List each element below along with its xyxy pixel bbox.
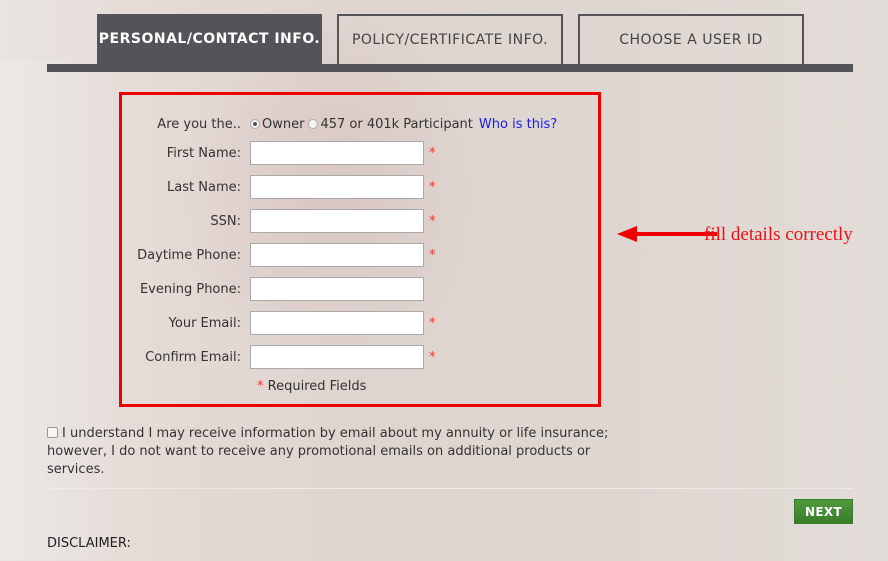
daytime-phone-input[interactable] [250,243,424,267]
last-name-label: Last Name: [167,179,241,195]
next-button[interactable]: NEXT [794,499,853,524]
required-asterisk: * [429,315,436,331]
evening-phone-row: Evening Phone: [122,277,598,301]
ssn-label: SSN: [210,213,241,229]
tab-policy-certificate-info[interactable]: POLICY/CERTIFICATE INFO. [337,14,563,64]
required-asterisk: * [429,213,436,229]
radio-owner-label[interactable]: Owner [262,117,304,132]
first-name-label: First Name: [166,145,241,161]
role-selector: Are you the.. Owner 457 or 401k Particip… [122,112,598,136]
disclaimer-heading: DISCLAIMER: [47,536,131,551]
annotation-text: fill details correctly [704,224,853,245]
ssn-row: SSN: * [122,209,598,233]
last-name-input[interactable] [250,175,424,199]
your-email-input[interactable] [250,311,424,335]
email-consent: I understand I may receive information b… [47,425,647,479]
email-opt-out-checkbox[interactable] [47,427,58,438]
required-asterisk: * [429,179,436,195]
confirm-email-row: Confirm Email: * [122,345,598,369]
confirm-email-input[interactable] [250,345,424,369]
daytime-phone-label: Daytime Phone: [137,247,241,263]
first-name-input[interactable] [250,141,424,165]
evening-phone-label: Evening Phone: [139,281,241,297]
evening-phone-input[interactable] [250,277,424,301]
required-asterisk: * [429,349,436,365]
radio-participant[interactable] [308,119,319,129]
confirm-email-label: Confirm Email: [145,349,241,365]
your-email-row: Your Email: * [122,311,598,335]
daytime-phone-row: Daytime Phone: * [122,243,598,267]
role-question-label: Are you the.. [157,116,241,132]
required-fields-note: * Required Fields [257,379,366,394]
required-asterisk: * [429,145,436,161]
your-email-label: Your Email: [168,315,241,331]
required-asterisk: * [429,247,436,263]
annotation-callout: fill details correctly [617,224,877,246]
tab-bar-underline [47,64,853,72]
last-name-row: Last Name: * [122,175,598,199]
divider [47,488,853,489]
highlighted-form-box: Are you the.. Owner 457 or 401k Particip… [119,92,601,407]
required-asterisk: * [257,379,264,394]
email-opt-out-text: I understand I may receive information b… [47,426,609,477]
radio-owner[interactable] [250,119,260,129]
tab-choose-user-id[interactable]: CHOOSE A USER ID [578,14,804,64]
ssn-input[interactable] [250,209,424,233]
arrow-left-icon [617,226,637,242]
step-tabs: PERSONAL/CONTACT INFO. POLICY/CERTIFICAT… [47,14,853,72]
first-name-row: First Name: * [122,141,598,165]
who-is-this-link[interactable]: Who is this? [479,117,557,132]
background-decoration [0,60,120,560]
radio-participant-label[interactable]: 457 or 401k Participant [320,117,472,132]
tab-personal-contact-info[interactable]: PERSONAL/CONTACT INFO. [97,14,322,64]
required-fields-text: Required Fields [267,379,367,394]
